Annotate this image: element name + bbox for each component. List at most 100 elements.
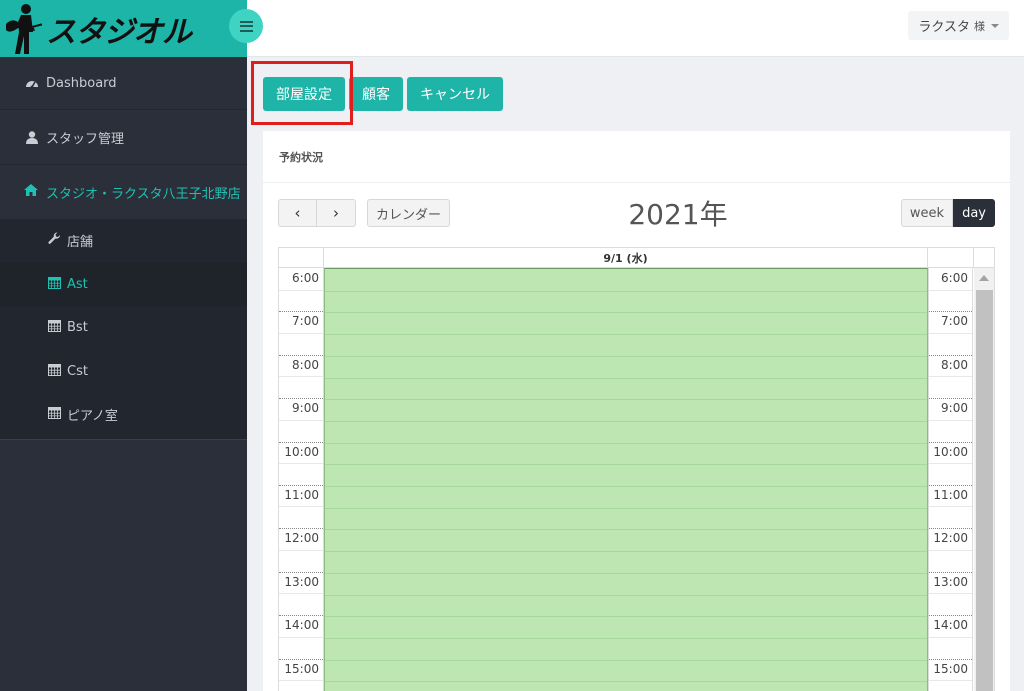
day-slot-line <box>325 616 927 618</box>
user-menu-button[interactable]: ラクスタ 様 <box>908 11 1009 40</box>
time-slot: 9:00 <box>279 398 323 441</box>
logo[interactable]: スタジオル <box>4 2 192 56</box>
header-time-spacer <box>928 248 974 268</box>
calendar-nav-buttons: ‹ › <box>278 199 356 227</box>
logo-bar: スタジオル <box>0 0 247 57</box>
sidebar-item-label: 店舗 <box>67 235 94 251</box>
time-slot: 14:00 <box>279 615 323 658</box>
store-sub-menu: 店舗 Ast Bst Cst ピアノ室 <box>0 219 247 440</box>
time-slot: 15:00 <box>929 658 972 691</box>
time-slot: 10:00 <box>929 441 972 485</box>
view-day-button[interactable]: day <box>953 199 995 227</box>
time-axis-right: 6:00 7:00 8:00 9:00 10:00 11:00 12:00 13:00 14:0… <box>928 268 973 691</box>
sidebar-item-staff[interactable]: スタッフ管理 <box>0 110 247 165</box>
time-label: 7:00 <box>292 314 319 329</box>
day-slot-line <box>325 551 927 553</box>
customers-button[interactable]: 顧客 <box>349 77 403 111</box>
sidebar-nav: Dashboard スタッフ管理 スタジオ・ラクスタ八王子北野店 店舗 Ast … <box>0 57 247 440</box>
cancel-button[interactable]: キャンセル <box>407 77 503 111</box>
time-slot: 6:00 <box>279 268 323 311</box>
sidebar: スタジオル Dashboard スタッフ管理 スタジオ・ラクスタ八王子北野店 店… <box>0 0 263 691</box>
user-suffix: 様 <box>974 19 985 33</box>
sidebar-item-cst[interactable]: Cst <box>0 350 247 394</box>
time-label: 8:00 <box>941 357 968 372</box>
sidebar-item-label: Bst <box>67 320 88 336</box>
day-slot-line <box>325 334 927 336</box>
time-label: 10:00 <box>284 444 319 459</box>
calendar-icon <box>48 319 61 336</box>
sidebar-item-label: ピアノ室 <box>67 409 118 425</box>
user-name: ラクスタ <box>918 20 970 35</box>
calendar-scrollbar[interactable] <box>974 268 994 691</box>
calendar-title: 2021年 <box>628 198 728 231</box>
next-button[interactable]: › <box>317 199 356 227</box>
sidebar-item-shop[interactable]: 店舗 <box>0 219 247 263</box>
time-label: 12:00 <box>284 531 319 546</box>
time-slot: 10:00 <box>279 441 323 485</box>
caret-down-icon <box>991 23 999 28</box>
sidebar-store-label: スタジオ・ラクスタ八王子北野店 <box>46 186 241 202</box>
day-slot-line <box>325 529 927 531</box>
menu-toggle-button[interactable] <box>229 9 263 43</box>
time-slot: 11:00 <box>279 484 323 528</box>
time-label: 14:00 <box>933 618 968 633</box>
sidebar-item-label: スタッフ管理 <box>46 131 125 147</box>
wrench-icon <box>48 232 61 249</box>
day-slot-line <box>325 464 927 466</box>
home-icon <box>24 184 38 200</box>
day-slot-line <box>325 637 927 639</box>
day-slot-line <box>325 355 927 357</box>
day-slot-line <box>325 399 927 401</box>
time-slot: 8:00 <box>279 354 323 398</box>
day-slot-line <box>325 681 927 683</box>
time-slot: 11:00 <box>929 484 972 528</box>
chevron-left-icon: ‹ <box>294 204 301 222</box>
time-slot: 13:00 <box>279 571 323 615</box>
sidebar-item-label: Dashboard <box>46 75 117 91</box>
time-label: 15:00 <box>284 661 319 676</box>
top-bar: ラクスタ 様 <box>247 0 1024 57</box>
view-switcher: week day <box>900 199 995 227</box>
calendar-grid: 9/1 (水) 6:00 7:00 8:00 9:00 10:00 11:00 12:00 1… <box>278 247 995 691</box>
scrollbar-thumb[interactable] <box>976 290 993 691</box>
day-header: 9/1 (水) <box>324 248 928 268</box>
day-slot-line <box>325 659 927 661</box>
time-label: 11:00 <box>284 487 319 502</box>
time-label: 7:00 <box>941 314 968 329</box>
calendar-toolbar: ‹ › カレンダー 2021年 week day <box>278 198 995 231</box>
sidebar-item-piano-room[interactable]: ピアノ室 <box>0 393 247 437</box>
calendar-button[interactable]: カレンダー <box>367 199 451 227</box>
calendar-icon <box>48 276 61 293</box>
day-slot-line <box>325 572 927 574</box>
day-slot-line <box>325 594 927 596</box>
highlight-annotation-box <box>251 61 353 125</box>
time-axis-left: 6:00 7:00 8:00 9:00 10:00 11:00 12:00 13:00 14:0… <box>279 268 324 691</box>
calendar-icon <box>48 406 61 423</box>
day-slot-line <box>325 290 927 292</box>
logo-text: スタジオル <box>46 15 192 50</box>
time-slot: 6:00 <box>929 268 972 311</box>
time-slot: 7:00 <box>279 311 323 354</box>
time-label: 13:00 <box>284 574 319 589</box>
sidebar-item-dashboard[interactable]: Dashboard <box>0 57 247 110</box>
day-column-available[interactable] <box>324 268 928 691</box>
sidebar-item-store[interactable]: スタジオ・ラクスタ八王子北野店 <box>0 165 247 219</box>
time-label: 10:00 <box>933 444 968 459</box>
view-week-button[interactable]: week <box>900 199 954 227</box>
time-slot: 9:00 <box>929 398 972 441</box>
reservation-panel: 予約状況 ‹ › カレンダー 2021年 week day 9/1 (水) 6:… <box>263 131 1010 691</box>
prev-button[interactable]: ‹ <box>278 199 317 227</box>
user-icon <box>24 130 40 144</box>
scroll-up-arrow-icon[interactable] <box>979 275 989 281</box>
time-label: 8:00 <box>292 357 319 372</box>
time-slot: 8:00 <box>929 354 972 398</box>
sidebar-item-ast[interactable]: Ast <box>0 262 247 306</box>
time-slot: 13:00 <box>929 571 972 615</box>
day-slot-line <box>325 486 927 487</box>
time-label: 15:00 <box>933 661 968 676</box>
time-label: 9:00 <box>941 401 968 416</box>
time-label: 6:00 <box>292 271 319 285</box>
sidebar-item-bst[interactable]: Bst <box>0 306 247 350</box>
time-slot: 12:00 <box>279 528 323 571</box>
time-slot: 15:00 <box>279 658 323 691</box>
